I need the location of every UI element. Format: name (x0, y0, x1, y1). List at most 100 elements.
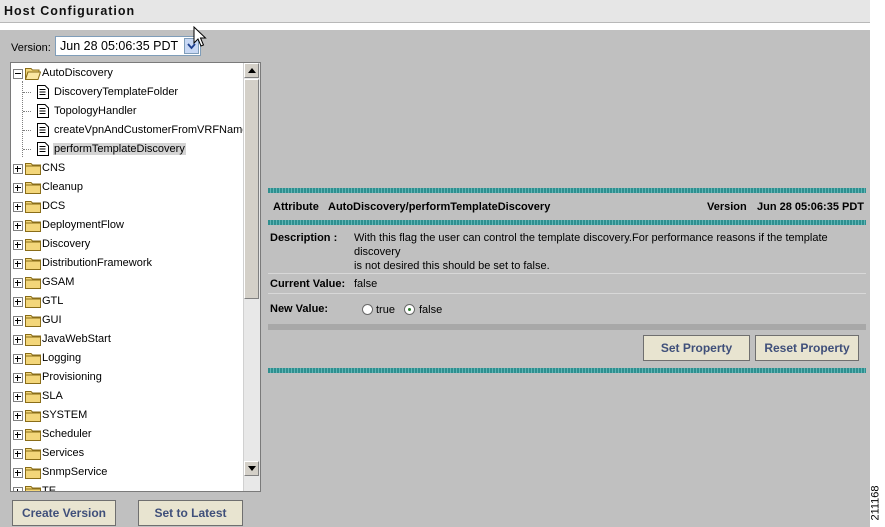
tree-item-label: performTemplateDiscovery (53, 143, 186, 155)
property-table: Description : With this flag the user ca… (268, 226, 866, 324)
tree-item-folder[interactable]: SYSTEM (11, 406, 244, 425)
tree-item-folder[interactable]: GSAM (11, 273, 244, 292)
radio-false-label[interactable]: false (419, 304, 442, 316)
set-to-latest-button[interactable]: Set to Latest (138, 500, 243, 526)
expand-icon[interactable] (13, 392, 23, 402)
expand-icon[interactable] (13, 316, 23, 326)
description-row: Description : With this flag the user ca… (268, 226, 866, 274)
figure-number: 211168 (869, 483, 884, 523)
expand-icon[interactable] (13, 335, 23, 345)
tree-item-folder[interactable]: JavaWebStart (11, 330, 244, 349)
folder-icon (25, 389, 41, 406)
tree-item-label: TE (42, 485, 57, 492)
tree-item-folder[interactable]: Services (11, 444, 244, 463)
expand-icon[interactable] (13, 430, 23, 440)
mouse-cursor-icon (193, 26, 207, 47)
attribute-version-value: Jun 28 05:06:35 PDT (757, 201, 864, 213)
folder-icon (25, 313, 41, 330)
expand-icon[interactable] (13, 373, 23, 383)
tree-item-label: JavaWebStart (42, 333, 111, 345)
create-version-button[interactable]: Create Version (12, 500, 116, 526)
description-line-3: is not desired this should be set to fal… (354, 260, 550, 272)
folder-icon (25, 408, 41, 425)
radio-selected-dot (408, 308, 411, 311)
expand-icon[interactable] (13, 221, 23, 231)
reset-property-button[interactable]: Reset Property (755, 335, 859, 361)
tree-item-folder[interactable]: SnmpService (11, 463, 244, 482)
figure-number-text: 211168 (869, 485, 882, 521)
tree-item-folder[interactable]: DeploymentFlow (11, 216, 244, 235)
tree-item-folder[interactable]: GTL (11, 292, 244, 311)
document-icon (37, 142, 49, 159)
expand-icon[interactable] (13, 487, 23, 491)
description-line-2: discovery (354, 246, 401, 258)
tree-item-folder[interactable]: GUI (11, 311, 244, 330)
tree-item-label: DistributionFramework (42, 257, 153, 269)
expand-icon[interactable] (13, 202, 23, 212)
tree-item-folder[interactable]: TE (11, 482, 244, 492)
set-property-button[interactable]: Set Property (643, 335, 750, 361)
tree-panel[interactable]: AutoDiscovery DiscoveryTemplateFolder Topo… (10, 62, 261, 492)
tree-item-label: AutoDiscovery (42, 67, 113, 79)
tree-item-label: GSAM (42, 276, 75, 288)
folder-icon (25, 370, 41, 387)
tree-item-label: Logging (42, 352, 82, 364)
tree-item-child[interactable]: TopologyHandler (11, 102, 244, 121)
tree-scrollbar[interactable] (243, 63, 260, 491)
description-label: Description : (270, 232, 338, 244)
tree-item-label: CNS (42, 162, 66, 174)
tree-item-child[interactable]: createVpnAndCustomerFromVRFName (11, 121, 248, 140)
radio-false[interactable] (404, 304, 415, 315)
folder-icon (25, 294, 41, 311)
expand-icon[interactable] (13, 468, 23, 478)
expand-icon[interactable] (13, 411, 23, 421)
tree-item-folder[interactable]: DistributionFramework (11, 254, 244, 273)
actions-area: Set Property Reset Property (268, 330, 866, 368)
scroll-up-button[interactable] (244, 63, 259, 78)
version-select[interactable]: Jun 28 05:06:35 PDT (55, 36, 201, 56)
expand-icon[interactable] (13, 164, 23, 174)
tree-item-folder[interactable]: CNS (11, 159, 244, 178)
folder-icon (25, 275, 41, 292)
tree-item-folder[interactable]: Provisioning (11, 368, 244, 387)
tree-item-child[interactable]: DiscoveryTemplateFolder (11, 83, 244, 102)
folder-icon (25, 161, 41, 178)
current-value-row: Current Value: false (268, 274, 866, 294)
tree-item-folder[interactable]: DCS (11, 197, 244, 216)
tree-connector (23, 130, 31, 131)
scroll-down-button[interactable] (244, 461, 259, 476)
arrow-down-icon (248, 466, 256, 471)
attribute-path: AutoDiscovery/performTemplateDiscovery (328, 201, 551, 213)
expand-icon[interactable] (13, 449, 23, 459)
tree-item-folder[interactable]: Discovery (11, 235, 244, 254)
tree-item-label: Scheduler (42, 428, 92, 440)
folder-icon (25, 332, 41, 349)
tree-item-root[interactable]: AutoDiscovery (11, 64, 244, 83)
new-value-row: New Value: true false (268, 294, 866, 324)
arrow-up-icon (248, 68, 256, 73)
expand-icon[interactable] (13, 240, 23, 250)
attribute-version-label: Version (707, 201, 747, 213)
radio-true-label[interactable]: true (376, 304, 395, 316)
expand-icon[interactable] (13, 297, 23, 307)
expand-icon[interactable] (13, 259, 23, 269)
expand-icon[interactable] (13, 183, 23, 193)
expand-icon[interactable] (13, 354, 23, 364)
expand-icon[interactable] (13, 278, 23, 288)
attribute-header: Attribute AutoDiscovery/performTemplateD… (268, 194, 866, 220)
tree-item-label: GTL (42, 295, 64, 307)
tree-item-folder[interactable]: Logging (11, 349, 244, 368)
scroll-thumb[interactable] (244, 79, 259, 299)
document-icon (37, 123, 49, 140)
tree-connector (23, 111, 31, 112)
tree-item-folder[interactable]: Scheduler (11, 425, 244, 444)
collapse-icon[interactable] (13, 69, 23, 79)
folder-icon (25, 218, 41, 235)
tree-item-label: DCS (42, 200, 66, 212)
folder-icon (25, 465, 41, 482)
radio-true[interactable] (362, 304, 373, 315)
tree-item-child[interactable]: performTemplateDiscovery (11, 140, 244, 159)
tree-item-folder[interactable]: Cleanup (11, 178, 244, 197)
tree-item-folder[interactable]: SLA (11, 387, 244, 406)
tree-item-label: SYSTEM (42, 409, 88, 421)
